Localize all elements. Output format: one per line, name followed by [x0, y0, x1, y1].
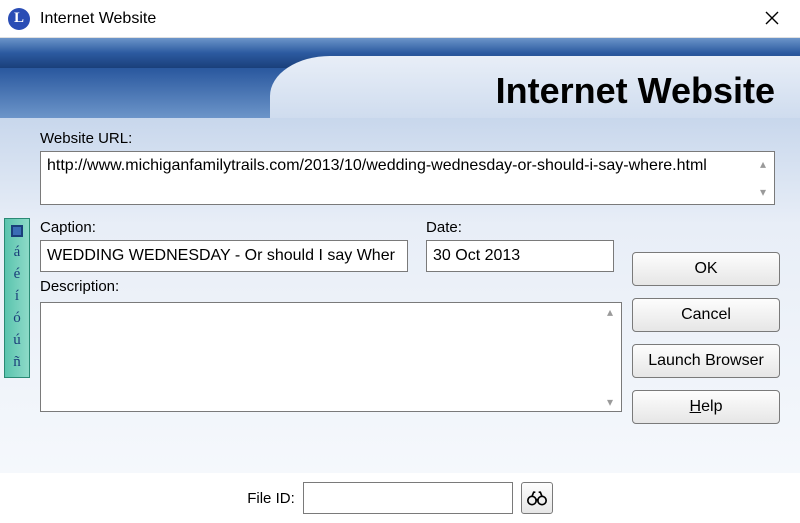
ok-button[interactable]: OK [632, 252, 780, 286]
file-id-label: File ID: [247, 490, 295, 507]
help-button-label: Help [690, 398, 723, 416]
footer: File ID: [0, 473, 800, 523]
caption-input[interactable] [40, 240, 408, 272]
description-scrollbar[interactable]: ▴ ▾ [601, 305, 619, 409]
url-input[interactable]: http://www.michiganfamilytrails.com/2013… [40, 151, 775, 205]
titlebar: L Internet Website [0, 0, 800, 38]
accent-char[interactable]: é [5, 263, 29, 285]
file-id-input[interactable] [303, 482, 513, 514]
url-scrollbar[interactable]: ▴ ▾ [754, 154, 772, 202]
url-value: http://www.michiganfamilytrails.com/2013… [47, 157, 707, 174]
scroll-down-icon[interactable]: ▾ [754, 182, 772, 202]
sidebar-toggle-icon[interactable] [11, 225, 23, 237]
url-label: Website URL: [40, 130, 780, 147]
description-input[interactable]: ▴ ▾ [40, 302, 622, 412]
scroll-down-icon[interactable]: ▾ [601, 395, 619, 409]
launch-browser-label: Launch Browser [648, 352, 764, 370]
accent-char-sidebar[interactable]: á é í ó ú ñ [4, 218, 30, 378]
description-label: Description: [40, 278, 408, 295]
app-icon: L [8, 8, 30, 30]
close-icon [765, 11, 779, 25]
window-title: Internet Website [40, 10, 752, 28]
page-title: Internet Website [496, 70, 775, 112]
cancel-button[interactable]: Cancel [632, 298, 780, 332]
launch-browser-button[interactable]: Launch Browser [632, 344, 780, 378]
help-button[interactable]: Help [632, 390, 780, 424]
cancel-button-label: Cancel [681, 306, 731, 324]
scroll-up-icon[interactable]: ▴ [754, 154, 772, 174]
binoculars-icon [527, 489, 547, 507]
caption-label: Caption: [40, 219, 408, 236]
accent-char[interactable]: ú [5, 329, 29, 351]
header-band: Internet Website [0, 38, 800, 118]
ok-button-label: OK [694, 260, 717, 278]
accent-char[interactable]: á [5, 241, 29, 263]
date-label: Date: [426, 219, 614, 236]
close-button[interactable] [752, 9, 792, 29]
date-input[interactable] [426, 240, 614, 272]
accent-char[interactable]: ñ [5, 351, 29, 373]
search-file-button[interactable] [521, 482, 553, 514]
accent-char[interactable]: í [5, 285, 29, 307]
scroll-up-icon[interactable]: ▴ [601, 305, 619, 319]
accent-char[interactable]: ó [5, 307, 29, 329]
content-area: á é í ó ú ñ Website URL: http://www.mich… [0, 118, 800, 473]
